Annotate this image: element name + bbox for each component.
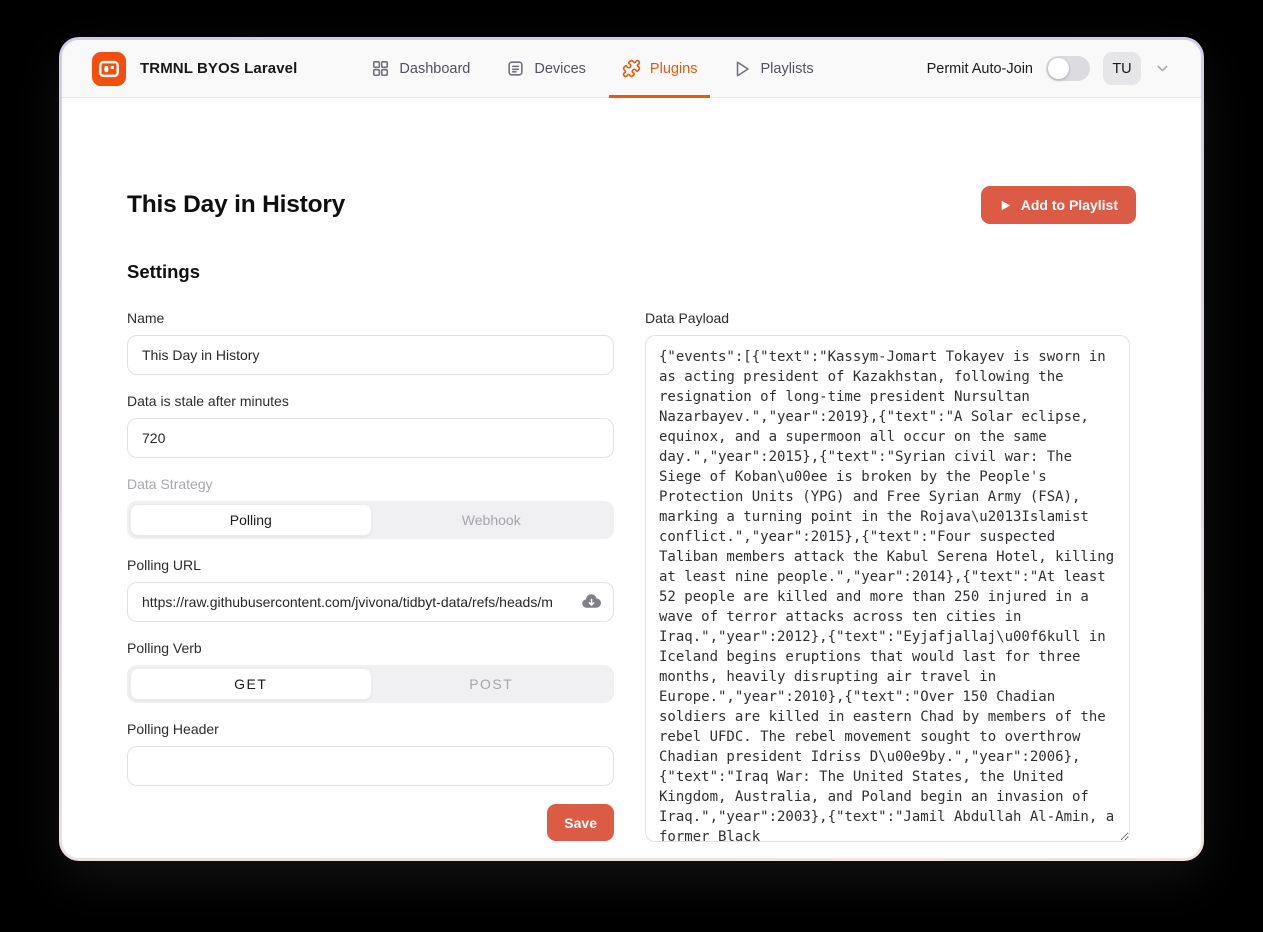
polling-header-group: Polling Header	[127, 721, 614, 786]
window-frame: TRMNL BYOS Laravel Dashboard	[59, 37, 1204, 861]
appbar: TRMNL BYOS Laravel Dashboard	[62, 40, 1201, 98]
name-input[interactable]	[127, 335, 614, 375]
nav-label: Dashboard	[399, 61, 470, 77]
page-title: This Day in History	[127, 191, 345, 219]
polling-verb-label: Polling Verb	[127, 640, 614, 656]
nav-item-dashboard[interactable]: Dashboard	[358, 40, 483, 98]
polling-verb-option-get[interactable]: GET	[130, 668, 372, 700]
data-strategy-option-polling[interactable]: Polling	[130, 504, 372, 536]
polling-url-group: Polling URL	[127, 557, 614, 622]
settings-heading: Settings	[127, 261, 1136, 283]
polling-verb-group: Polling Verb GET POST	[127, 640, 614, 703]
nav-label: Playlists	[760, 61, 813, 77]
polling-url-input-wrap	[127, 582, 614, 622]
app-window: TRMNL BYOS Laravel Dashboard	[62, 40, 1201, 858]
polling-url-input[interactable]	[127, 582, 614, 622]
nav-item-devices[interactable]: Devices	[493, 40, 599, 98]
nav-item-playlists[interactable]: Playlists	[720, 40, 826, 98]
page-content: This Day in History Add to Playlist Sett…	[62, 98, 1201, 847]
name-field-group: Name	[127, 310, 614, 375]
polling-header-input[interactable]	[127, 746, 614, 786]
cloud-download-icon[interactable]	[581, 592, 602, 613]
settings-form: Name Data is stale after minutes Data St…	[127, 310, 1136, 847]
brand: TRMNL BYOS Laravel	[92, 52, 297, 86]
trmnl-logo-icon	[92, 52, 126, 86]
form-right-column: Data Payload {"events":[{"text":"Kassym-…	[645, 310, 1130, 847]
permit-auto-join-toggle[interactable]	[1046, 56, 1090, 81]
permit-auto-join-label: Permit Auto-Join	[927, 61, 1033, 77]
nav-label: Devices	[534, 61, 586, 77]
data-strategy-option-webhook[interactable]: Webhook	[372, 504, 612, 536]
nav-label: Plugins	[650, 61, 698, 77]
data-payload-textarea[interactable]: {"events":[{"text":"Kassym-Jomart Tokaye…	[645, 335, 1130, 842]
title-row: This Day in History Add to Playlist	[127, 186, 1136, 224]
data-strategy-group: Data Strategy Polling Webhook	[127, 476, 614, 539]
form-left-column: Name Data is stale after minutes Data St…	[127, 310, 614, 841]
brand-name: TRMNL BYOS Laravel	[140, 60, 297, 77]
devices-icon	[506, 59, 525, 78]
stale-minutes-input[interactable]	[127, 418, 614, 458]
name-label: Name	[127, 310, 614, 326]
add-to-playlist-label: Add to Playlist	[1021, 197, 1118, 213]
polling-header-label: Polling Header	[127, 721, 614, 737]
main-nav: Dashboard Devices	[353, 40, 831, 98]
add-to-playlist-button[interactable]: Add to Playlist	[981, 186, 1136, 224]
grid-icon	[371, 59, 390, 78]
nav-item-plugins[interactable]: Plugins	[609, 40, 711, 98]
user-avatar[interactable]: TU	[1103, 52, 1141, 85]
toggle-knob	[1048, 58, 1069, 79]
chevron-down-icon[interactable]	[1154, 60, 1171, 77]
save-row: Save	[127, 804, 614, 841]
save-button[interactable]: Save	[547, 804, 614, 841]
data-strategy-label: Data Strategy	[127, 476, 614, 492]
play-icon	[999, 199, 1012, 212]
appbar-right: Permit Auto-Join TU	[927, 52, 1171, 85]
play-icon	[733, 60, 751, 78]
stale-label: Data is stale after minutes	[127, 393, 614, 409]
polling-url-label: Polling URL	[127, 557, 614, 573]
puzzle-icon	[622, 59, 641, 78]
data-payload-label: Data Payload	[645, 310, 1130, 326]
data-strategy-segmented-control: Polling Webhook	[127, 501, 614, 539]
stale-field-group: Data is stale after minutes	[127, 393, 614, 458]
polling-verb-segmented-control: GET POST	[127, 665, 614, 703]
polling-verb-option-post[interactable]: POST	[372, 668, 612, 700]
